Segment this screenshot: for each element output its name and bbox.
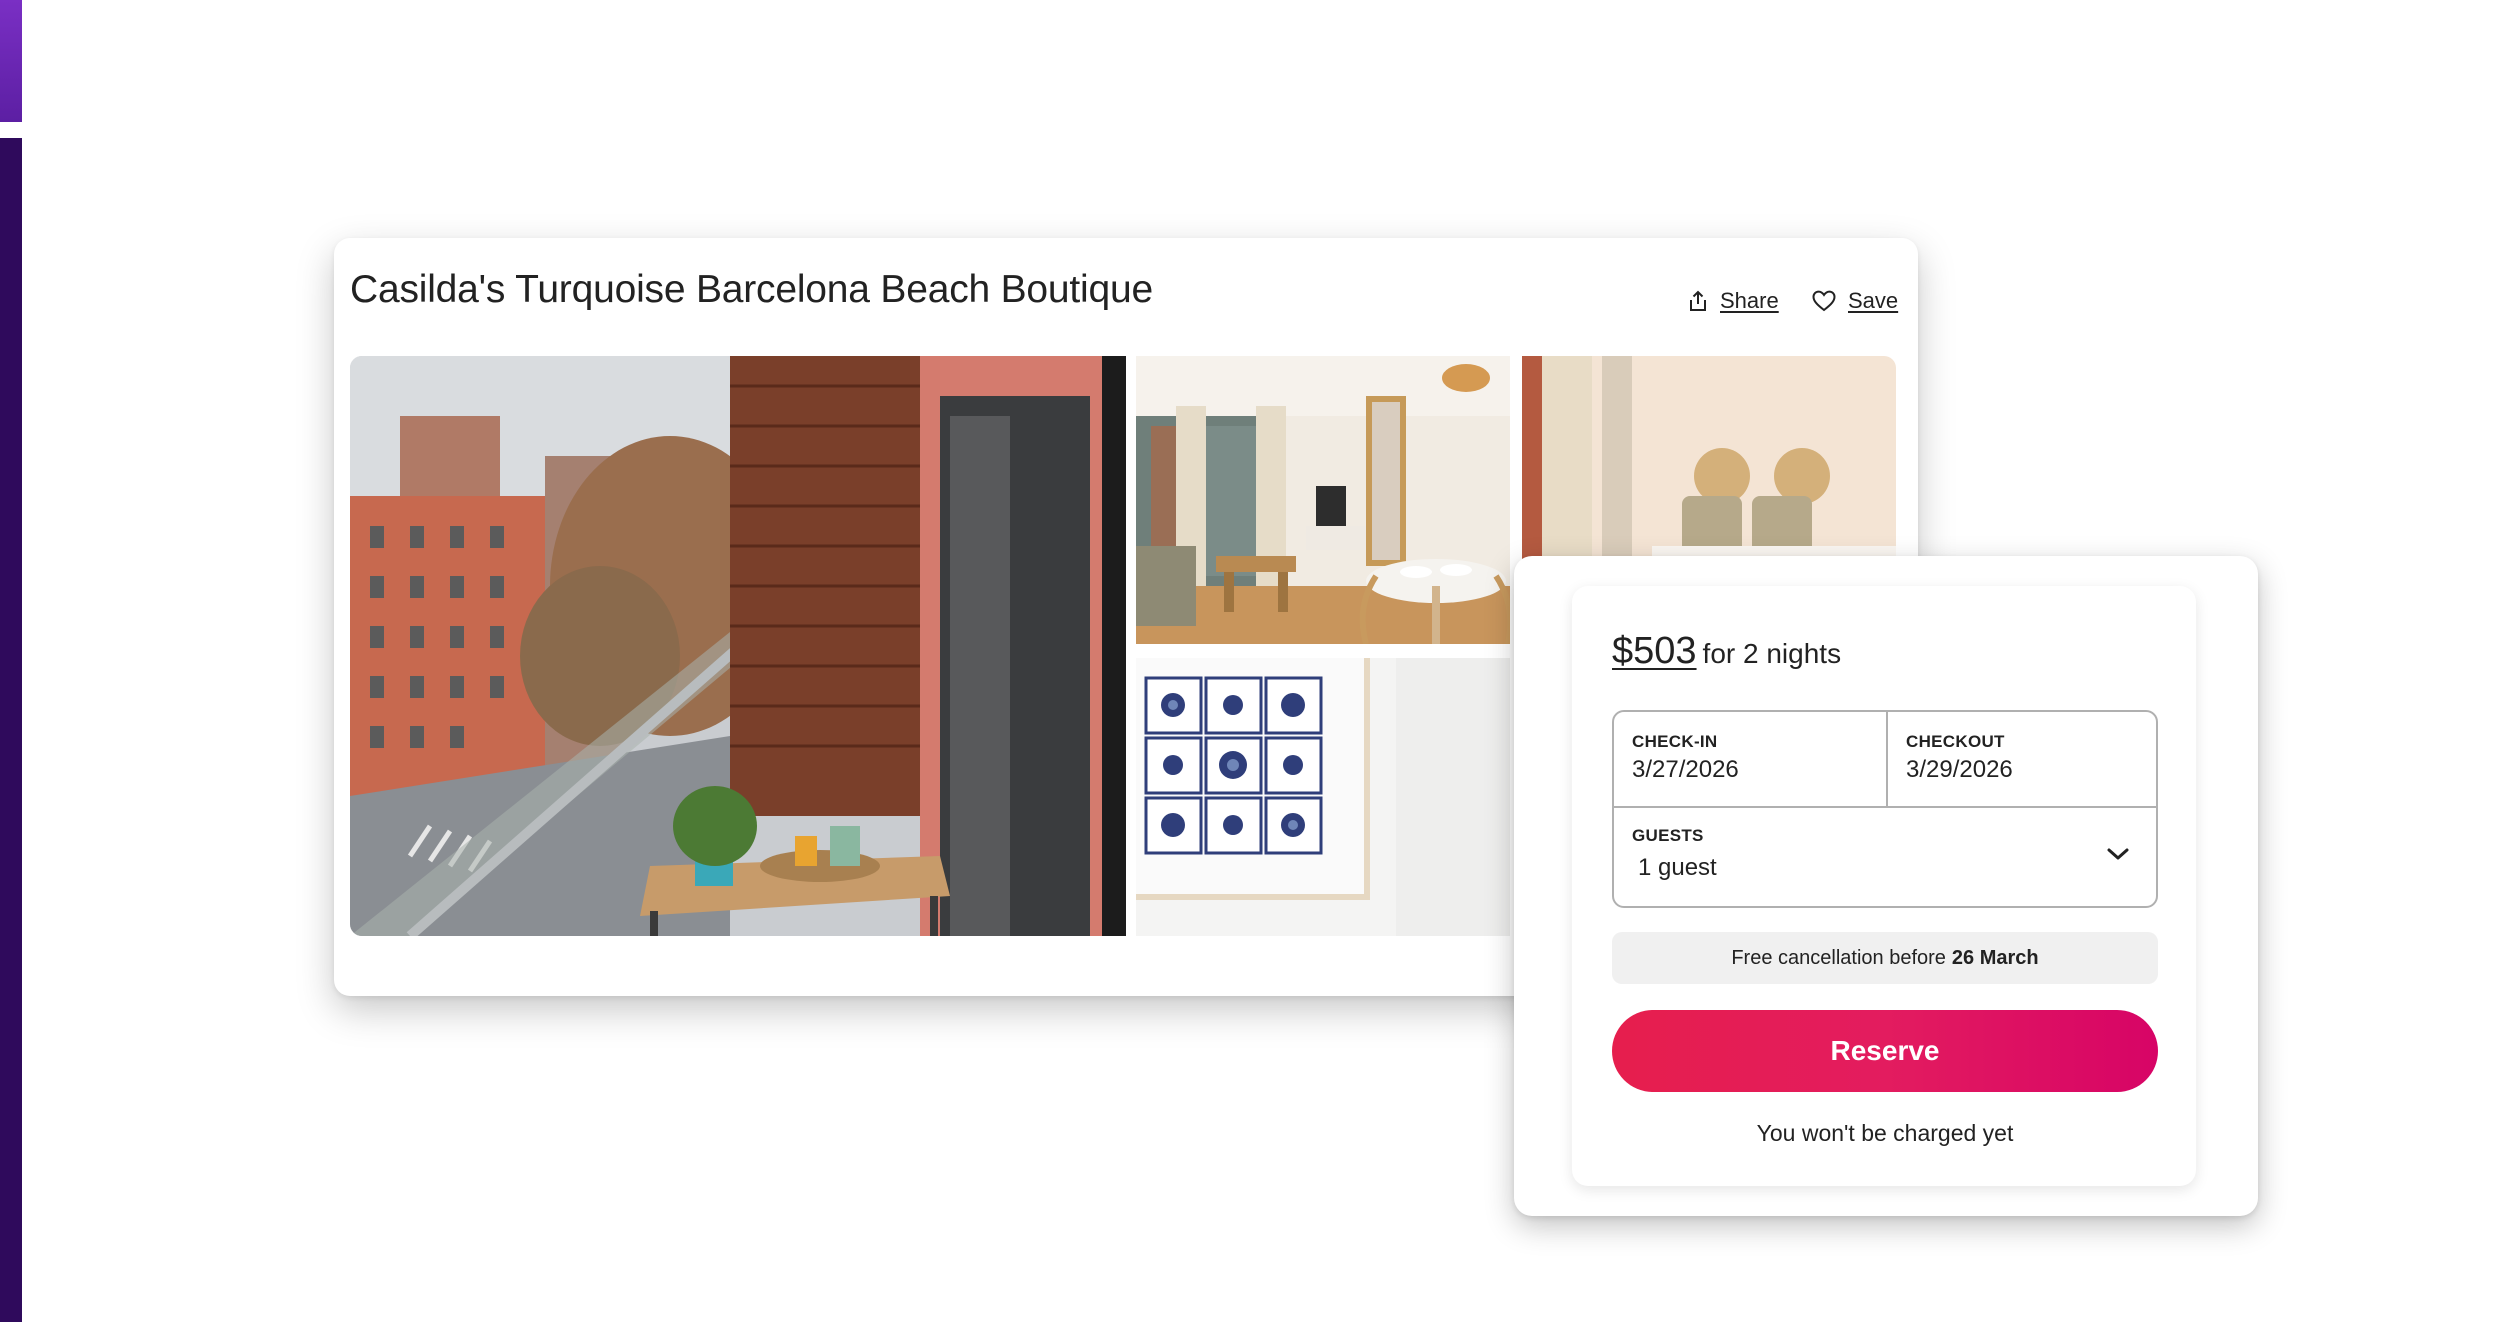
photo-living-room[interactable] (1136, 356, 1510, 644)
accent-bar-bottom (0, 138, 22, 1322)
checkout-field[interactable]: CHECKOUT 3/29/2026 (1886, 712, 2158, 806)
save-button[interactable]: Save (1812, 288, 1898, 314)
guests-value: 1 guest (1638, 854, 1717, 881)
photo-balcony[interactable] (350, 356, 1126, 936)
not-charged-note: You won't be charged yet (1756, 1120, 2014, 1146)
checkout-label: CHECKOUT (1906, 732, 2005, 751)
photo-tile-artwork[interactable] (1136, 658, 1510, 936)
save-label: Save (1848, 288, 1899, 313)
reserve-button[interactable]: Reserve (1612, 1010, 2158, 1092)
listing-title: Casilda's Turquoise Barcelona Beach Bout… (350, 268, 1153, 311)
accent-bar-top (0, 0, 22, 122)
trip-details-box: CHECK-IN 3/27/2026 CHECKOUT 3/29/2026 GU… (1612, 710, 2158, 908)
share-button[interactable]: Share (1688, 288, 1779, 314)
price-suffix: for 2 nights (1702, 638, 1842, 669)
guests-select[interactable]: GUESTS 1 guest (1614, 806, 2158, 906)
checkin-value: 3/27/2026 (1632, 756, 1739, 783)
checkin-field[interactable]: CHECK-IN 3/27/2026 (1614, 712, 1886, 806)
price-amount[interactable]: $503 (1612, 630, 1697, 672)
cancel-text: Free cancellation before (1731, 946, 1946, 969)
free-cancellation-note: Free cancellation before 26 March (1612, 932, 2158, 984)
share-icon (1688, 290, 1708, 312)
price-row: $503 for 2 nights (1612, 630, 1841, 673)
chevron-down-icon (2106, 846, 2130, 867)
heart-icon (1812, 290, 1836, 312)
booking-panel: $503 for 2 nights CHECK-IN 3/27/2026 CHEC… (1572, 586, 2196, 1186)
checkout-value: 3/29/2026 (1906, 756, 2013, 783)
checkin-label: CHECK-IN (1632, 732, 1718, 751)
cancel-date: 26 March (1951, 946, 2039, 969)
booking-widget: $503 for 2 nights CHECK-IN 3/27/2026 CHEC… (1514, 556, 2258, 1216)
share-label: Share (1720, 288, 1779, 313)
guests-label: GUESTS (1632, 826, 1704, 845)
